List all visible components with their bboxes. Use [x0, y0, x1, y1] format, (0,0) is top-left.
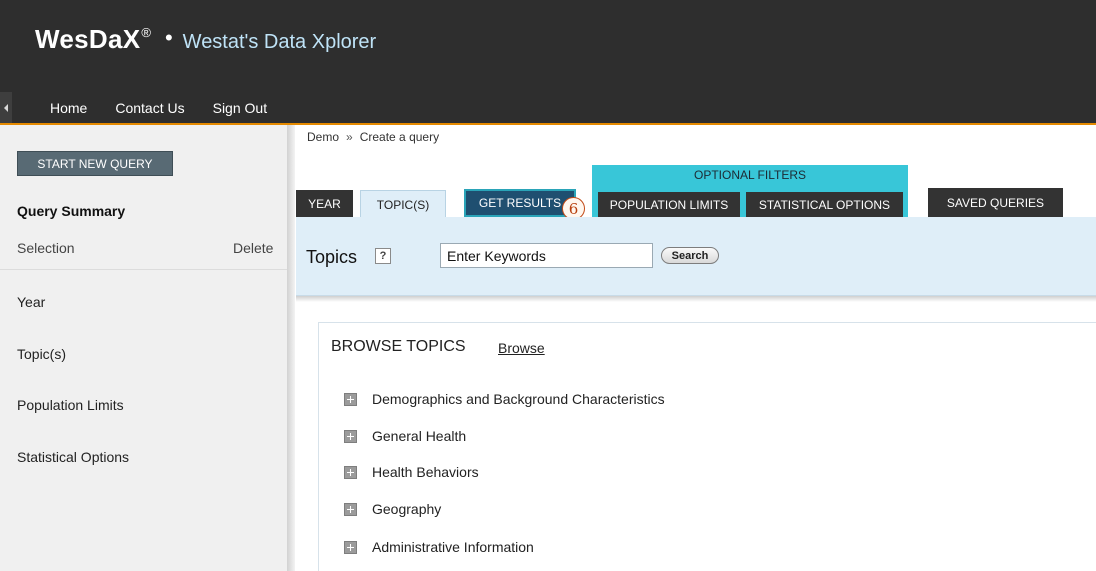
- topic-row-general-health[interactable]: General Health: [344, 428, 466, 444]
- topic-row-health-behaviors[interactable]: Health Behaviors: [344, 464, 479, 480]
- browse-topics-box: [318, 322, 1096, 571]
- expand-plus-icon[interactable]: [344, 465, 357, 479]
- tab-year[interactable]: YEAR: [296, 190, 353, 217]
- delete-label: Delete: [233, 240, 274, 256]
- sidebar-shadow: [287, 125, 295, 571]
- panel-shadow: [296, 296, 1096, 302]
- summary-item-topics[interactable]: Topic(s): [17, 346, 66, 362]
- brand-subtitle: Westat's Data Xplorer: [182, 31, 377, 53]
- tab-saved-queries[interactable]: SAVED QUERIES: [928, 188, 1063, 217]
- topic-label[interactable]: Health Behaviors: [372, 464, 479, 480]
- browse-link[interactable]: Browse: [498, 340, 545, 356]
- topic-row-demographics[interactable]: Demographics and Background Characterist…: [344, 391, 665, 407]
- nav-home[interactable]: Home: [23, 92, 106, 127]
- help-icon[interactable]: ?: [375, 248, 391, 264]
- summary-item-year[interactable]: Year: [17, 294, 45, 310]
- keyword-search-input[interactable]: [440, 243, 653, 268]
- brand-name: WesDaX: [35, 24, 141, 54]
- selection-label: Selection: [17, 240, 75, 256]
- topic-label[interactable]: Administrative Information: [372, 539, 534, 555]
- expand-plus-icon[interactable]: [344, 502, 357, 516]
- topic-label[interactable]: Demographics and Background Characterist…: [372, 391, 665, 407]
- summary-item-population-limits[interactable]: Population Limits: [17, 397, 124, 413]
- app-header: WesDaX ® • Westat's Data Xplorer Home Co…: [0, 0, 1096, 127]
- topic-row-administrative[interactable]: Administrative Information: [344, 539, 534, 555]
- brand-bullet: •: [164, 25, 173, 50]
- top-nav: Home Contact Us Sign Out: [0, 92, 281, 127]
- nav-contact-us[interactable]: Contact Us: [101, 92, 198, 123]
- tab-topics[interactable]: TOPIC(S): [360, 190, 446, 218]
- breadcrumb-demo[interactable]: Demo: [307, 130, 339, 144]
- registered-mark: ®: [141, 25, 151, 40]
- query-summary-title: Query Summary: [17, 203, 126, 219]
- expand-plus-icon[interactable]: [344, 392, 357, 406]
- collapse-arrow-icon[interactable]: [0, 92, 12, 123]
- expand-plus-icon[interactable]: [344, 540, 357, 554]
- breadcrumb-current: Create a query: [359, 130, 440, 144]
- divider: [0, 269, 287, 270]
- search-button[interactable]: Search: [661, 247, 719, 264]
- topic-label[interactable]: Geography: [372, 501, 441, 517]
- browse-topics-title: BROWSE TOPICS: [331, 338, 466, 355]
- expand-plus-icon[interactable]: [344, 429, 357, 443]
- topic-label[interactable]: General Health: [372, 428, 466, 444]
- tab-statistical-options[interactable]: STATISTICAL OPTIONS: [746, 192, 903, 217]
- tab-population-limits[interactable]: POPULATION LIMITS: [598, 192, 740, 217]
- start-new-query-button[interactable]: START NEW QUERY: [17, 151, 173, 176]
- query-sidebar: START NEW QUERY Query Summary Selection …: [0, 125, 287, 571]
- breadcrumb: Demo » Create a query: [307, 130, 439, 144]
- optional-filters-label: OPTIONAL FILTERS: [693, 168, 807, 182]
- topics-title: Topics: [306, 247, 358, 267]
- topic-row-geography[interactable]: Geography: [344, 501, 441, 517]
- brand-logo: WesDaX ® • Westat's Data Xplorer: [35, 24, 376, 55]
- breadcrumb-separator: »: [346, 130, 353, 144]
- tab-get-results[interactable]: GET RESULTS: [464, 189, 576, 217]
- summary-item-statistical-options[interactable]: Statistical Options: [17, 449, 129, 465]
- nav-sign-out[interactable]: Sign Out: [199, 92, 281, 123]
